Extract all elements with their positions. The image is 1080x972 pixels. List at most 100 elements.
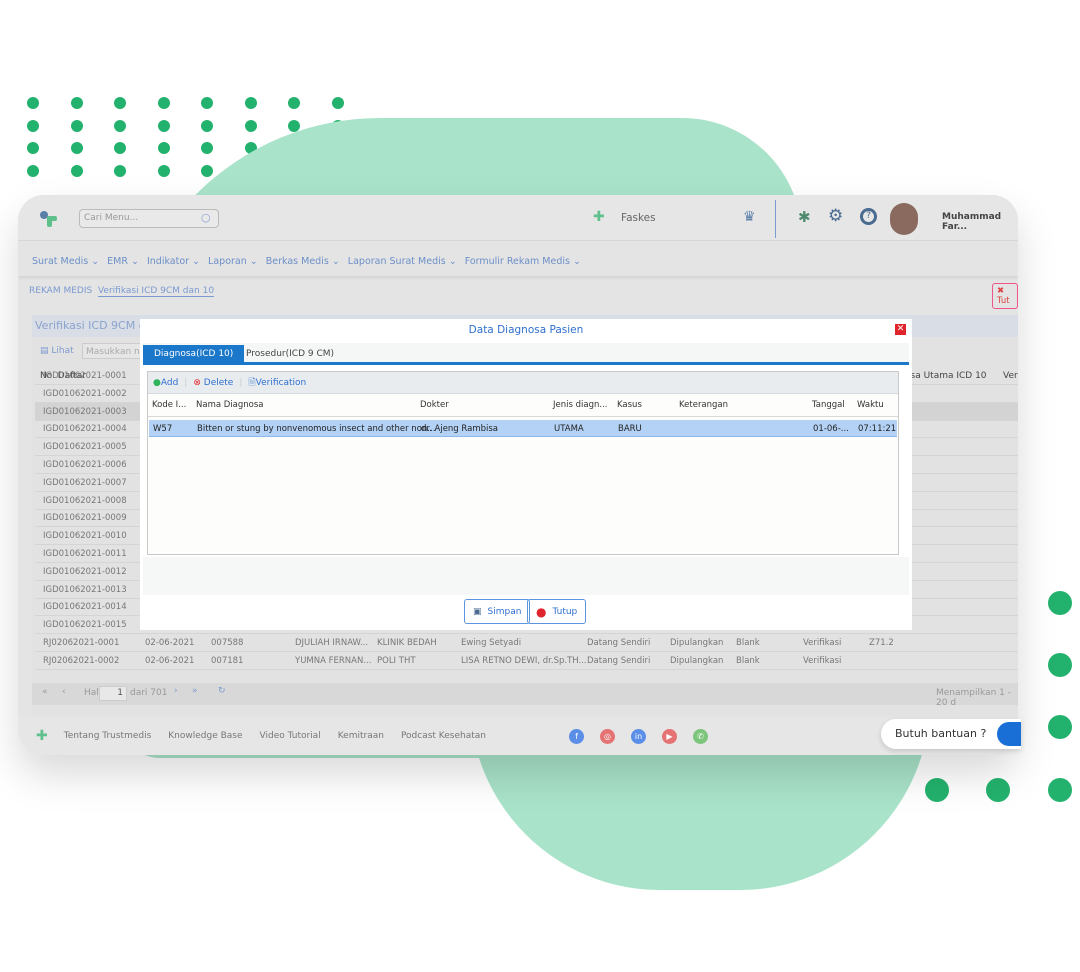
delete-button[interactable]: ⊗ Delete	[193, 378, 233, 388]
refresh-icon[interactable]: ↻	[218, 686, 226, 696]
menu-item[interactable]: Indikator	[147, 256, 200, 267]
menu-item[interactable]: Berkas Medis	[266, 256, 340, 267]
table-cell: Dipulangkan	[670, 655, 724, 666]
column-header[interactable]: Jenis diagn...	[553, 400, 607, 410]
plus-icon: ●	[153, 377, 161, 388]
grid-cell: 07:11:21	[858, 424, 897, 434]
table-cell: IGD01062021-0006	[43, 460, 127, 470]
table-cell: Ewing Setyadi	[461, 638, 522, 648]
decorative-dot	[114, 142, 126, 155]
instagram-icon[interactable]: ◎	[600, 729, 615, 744]
footer-logo: ✚	[36, 728, 48, 744]
table-cell: Z71.2	[869, 638, 894, 648]
table-cell: YUMNA FERNAN...	[295, 655, 372, 666]
gear-icon[interactable]: ⚙	[828, 206, 843, 226]
main-menu: Surat Medis EMR Indikator Laporan Berkas Med…	[18, 247, 1018, 276]
page-input[interactable]: 1	[99, 686, 127, 701]
decorative-dot	[114, 97, 126, 109]
table-row[interactable]: RJ02062021-0001 02-06-2021 007588 DJULIAH I…	[35, 634, 1018, 652]
footer-link[interactable]: Knowledge Base	[168, 731, 242, 741]
help-icon[interactable]: ?	[860, 208, 877, 225]
decorative-dot	[70, 97, 83, 109]
close-label: Tutup	[552, 606, 578, 617]
menu-item[interactable]: Laporan Surat Medis	[348, 256, 457, 267]
close-icon[interactable]: ✕	[895, 324, 906, 335]
footer: ✚ Tentang Trustmedis Knowledge Base Video …	[18, 717, 1018, 755]
table-cell: IGD01062021-0007	[43, 477, 127, 488]
table-cell: RJ02062021-0001	[43, 638, 120, 648]
dialog-footer-area	[143, 557, 909, 595]
diagnosis-grid: ●Add | ⊗ Delete | 🗎Verification Kode I..…	[147, 371, 899, 555]
decorative-dot	[1048, 653, 1072, 677]
decorative-dot	[288, 119, 300, 132]
save-button[interactable]: ▣ Simpan	[464, 599, 531, 624]
decorative-dot	[288, 97, 300, 109]
table-cell: IGD01062021-0009	[43, 513, 127, 524]
column-header[interactable]: Nama Diagnosa	[196, 400, 264, 410]
table-cell: POLI THT	[377, 655, 416, 666]
column-header[interactable]: Kasus	[617, 400, 642, 410]
table-cell: 02-06-2021	[145, 638, 195, 648]
lihat-button[interactable]: ▤ Lihat	[40, 346, 74, 356]
tab-prosedur[interactable]: Prosedur(ICD 9 CM)	[235, 345, 345, 364]
decorative-dot	[114, 119, 126, 132]
menu-item[interactable]: Formulir Rekam Medis	[465, 256, 581, 267]
column-header[interactable]: Tanggal	[812, 400, 845, 410]
decorative-dot	[244, 97, 257, 109]
table-cell: IGD01062021-0001	[43, 371, 127, 381]
table-cell: RJ02062021-0002	[43, 655, 120, 666]
table-cell: IGD01062021-0013	[43, 584, 127, 595]
breadcrumb-current[interactable]: Verifikasi ICD 9CM dan 10	[97, 286, 215, 297]
menu-item[interactable]: EMR	[107, 256, 139, 267]
search-icon[interactable]: ○	[201, 211, 211, 224]
facebook-icon[interactable]: f	[569, 729, 584, 744]
decorative-dot	[70, 165, 83, 178]
menu-search-input[interactable]: Cari Menu...	[79, 209, 219, 228]
puzzle-icon[interactable]: ✱	[798, 208, 811, 226]
verification-button[interactable]: 🗎Verification	[248, 375, 306, 391]
menu-item[interactable]: Laporan	[208, 256, 258, 267]
add-label: Add	[160, 377, 179, 388]
column-header[interactable]: Kode I...	[152, 400, 186, 410]
prev-page-icon[interactable]: ‹	[62, 687, 66, 697]
decorative-dot	[1048, 591, 1072, 615]
delete-icon: ⊗	[193, 377, 201, 388]
add-button[interactable]: ●Add	[153, 378, 178, 388]
column-header[interactable]: Waktu	[857, 400, 884, 410]
table-cell: IGD01062021-0010	[43, 531, 127, 542]
footer-link[interactable]: Tentang Trustmedis	[64, 731, 152, 741]
user-name[interactable]: Muhammad Far...	[942, 212, 1018, 232]
next-page-icon[interactable]: ›	[174, 686, 178, 696]
footer-link[interactable]: Podcast Kesehatan	[401, 731, 486, 741]
close-button[interactable]: ● Tutup	[527, 599, 587, 624]
breadcrumb-root[interactable]: REKAM MEDIS	[29, 286, 92, 296]
first-page-icon[interactable]: «	[42, 687, 48, 697]
decorative-dot	[201, 165, 213, 178]
menu-item[interactable]: Surat Medis	[32, 256, 99, 267]
close-tab-button[interactable]: ✖ Tut	[992, 283, 1018, 309]
diagnosis-row[interactable]: W57 Bitten or stung by nonvenomous insect…	[149, 420, 897, 437]
decorative-dot	[157, 165, 170, 178]
table-cell: 02-06-2021	[145, 655, 195, 666]
whatsapp-icon[interactable]: ✆	[693, 729, 708, 744]
last-page-icon[interactable]: »	[192, 686, 198, 696]
youtube-icon[interactable]: ▶	[662, 729, 677, 744]
diagnosis-dialog: Data Diagnosa Pasien ✕ Diagnosa(ICD 10) …	[140, 319, 912, 630]
decorative-dot	[27, 142, 39, 155]
column-header[interactable]: Dokter	[420, 400, 449, 410]
avatar[interactable]	[890, 203, 918, 235]
table-row[interactable]: RJ02062021-0002 02-06-2021 007181 YUMNA FER…	[35, 652, 1018, 670]
footer-link[interactable]: Video Tutorial	[260, 731, 321, 741]
linkedin-icon[interactable]: in	[631, 729, 646, 744]
footer-link[interactable]: Kemitraan	[338, 731, 384, 741]
tab-diagnosa[interactable]: Diagnosa(ICD 10)	[143, 345, 245, 364]
crown-icon[interactable]: ♛	[743, 209, 756, 225]
delete-label: Delete	[203, 377, 234, 388]
table-cell: IGD01062021-0015	[43, 620, 127, 631]
column-header[interactable]: Keterangan	[679, 400, 728, 410]
lihat-label: Lihat	[51, 346, 74, 356]
table-cell: Verifikasi	[803, 655, 842, 666]
help-label: Butuh bantuan ?	[895, 727, 987, 740]
help-chat-button[interactable]: Butuh bantuan ?	[881, 719, 1021, 749]
facility-label: Faskes	[621, 212, 656, 224]
